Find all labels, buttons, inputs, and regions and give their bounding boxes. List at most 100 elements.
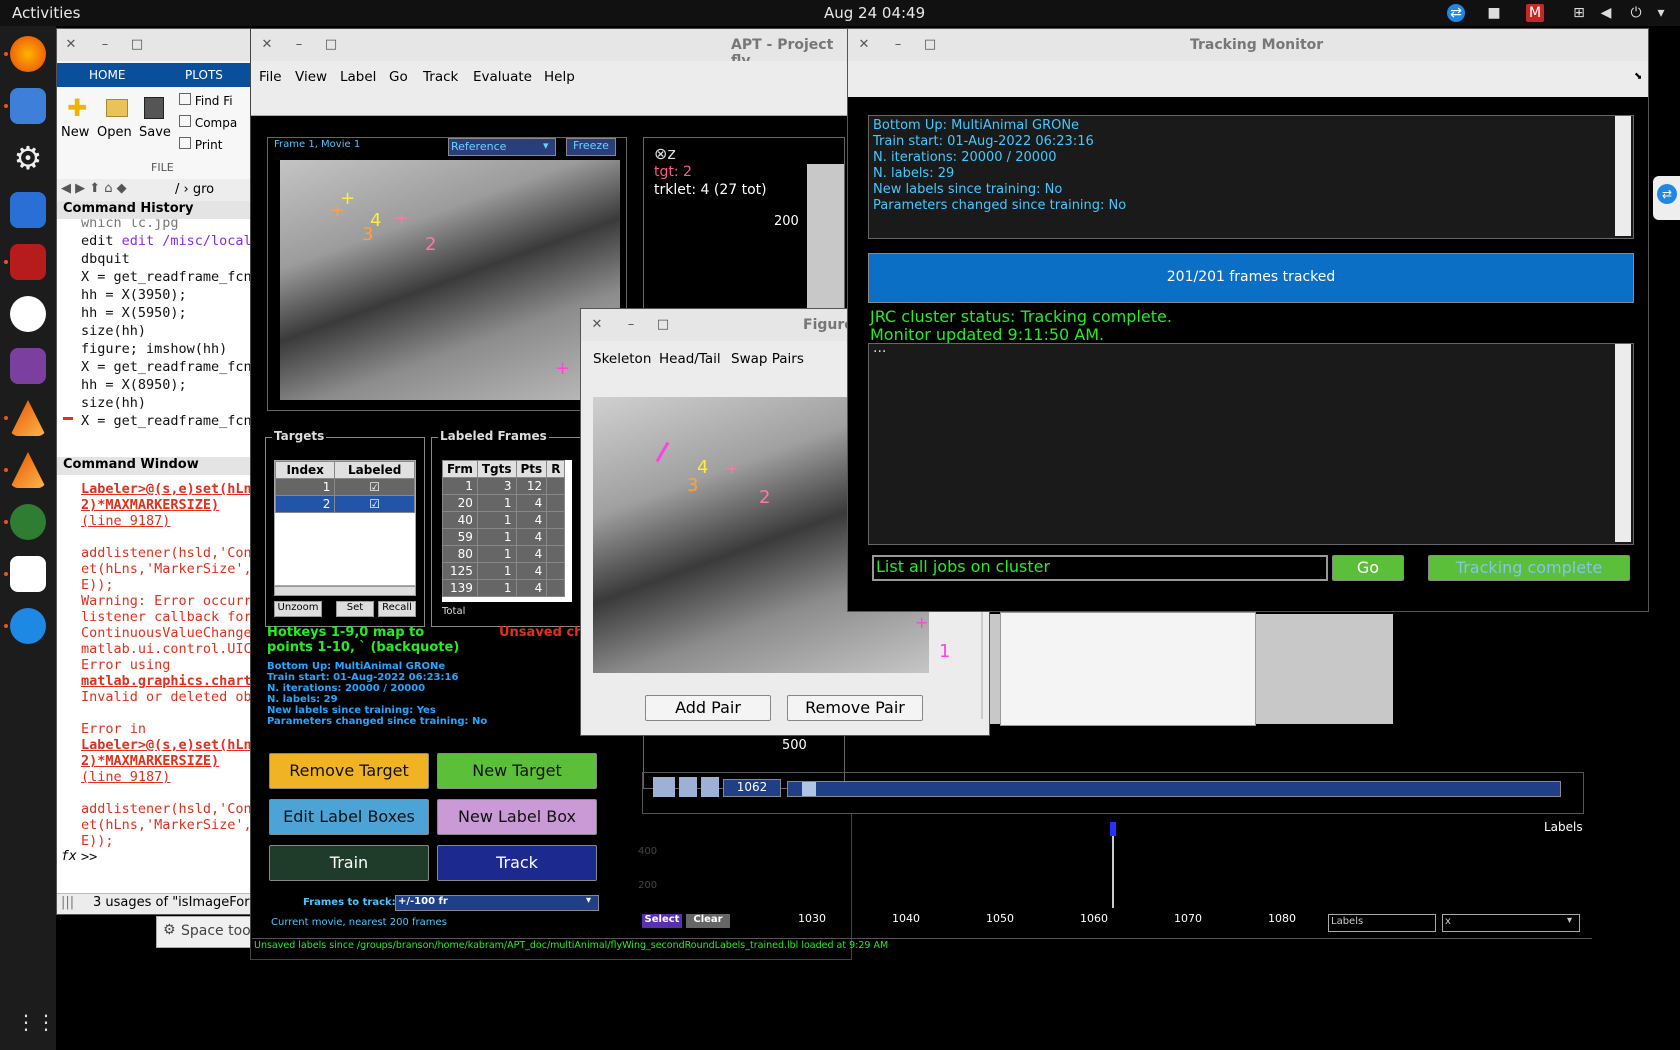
new-target-button[interactable]: New Target <box>437 753 597 789</box>
column-header[interactable]: Index <box>274 461 336 479</box>
table-row[interactable]: 20 1 4 <box>442 494 566 512</box>
camera-icon[interactable]: ■ <box>1485 4 1503 22</box>
arrow-icon[interactable]: ⬊ <box>1634 71 1642 82</box>
tracking-complete-button[interactable]: Tracking complete <box>1428 555 1630 581</box>
clock[interactable]: Aug 24 04:49 <box>824 4 925 22</box>
column-header[interactable]: Labeled <box>334 461 415 479</box>
new-icon[interactable]: ✚ <box>67 96 89 120</box>
maximize-icon[interactable]: □ <box>323 37 339 53</box>
teamviewer-side-panel[interactable]: ⇄ <box>1653 176 1680 220</box>
labeled-frames-table[interactable]: Frm Tgts Pts R 1 3 12 20 1 4 40 1 4 59 1 4 80 1 4 125… <box>442 460 572 602</box>
history-item[interactable]: which lc.jpg <box>81 219 179 231</box>
step-back-button[interactable] <box>701 777 719 797</box>
keypoint-marker[interactable]: + <box>330 200 345 221</box>
back-forward-icons[interactable]: ◀ ▶ ⬆ ⌂ ◆ <box>61 181 127 196</box>
teamviewer-tray-icon[interactable]: ⇄ <box>1447 4 1465 22</box>
history-item[interactable]: X = get_readframe_fcn <box>81 269 252 285</box>
timeline[interactable]: 400 200 1030 1040 1050 1060 1070 1080 <box>638 820 1582 925</box>
open-folder-icon[interactable] <box>106 99 128 117</box>
settings-gear-icon[interactable]: ⚙ <box>10 140 46 176</box>
labeled-checkbox[interactable]: ☑ <box>334 478 415 496</box>
command-prompt[interactable]: >> <box>81 849 97 865</box>
menu-track[interactable]: Track <box>423 69 458 85</box>
new-label-box-button[interactable]: New Label Box <box>437 799 597 835</box>
column-header[interactable]: Frm <box>442 460 478 478</box>
cluster-action-dropdown[interactable]: List all jobs on cluster <box>872 555 1328 581</box>
table-row[interactable]: 1 3 12 <box>442 477 566 495</box>
tab-head-tail[interactable]: Head/Tail <box>659 351 721 367</box>
unzoom-button[interactable]: Unzoom <box>274 601 322 617</box>
clear-button[interactable]: Clear <box>686 914 730 928</box>
table-row[interactable]: 125 1 4 <box>442 562 566 580</box>
history-item[interactable]: size(hh) <box>81 395 146 411</box>
table-row[interactable]: 80 1 4 <box>442 545 566 563</box>
firefox-icon[interactable] <box>10 36 46 72</box>
matlab-doc-icon[interactable] <box>10 556 46 592</box>
save-button[interactable]: Save <box>139 125 171 140</box>
close-icon[interactable]: ✕ <box>63 37 79 53</box>
close-icon[interactable]: ✕ <box>856 37 872 53</box>
history-item[interactable]: hh = X(5950); <box>81 305 187 321</box>
tab-plots[interactable]: PLOTS <box>185 68 223 82</box>
close-icon[interactable]: ✕ <box>589 317 605 333</box>
minimize-icon[interactable]: – <box>623 317 639 333</box>
files-icon[interactable] <box>10 192 46 228</box>
menu-file[interactable]: File <box>259 69 282 85</box>
command-history-panel[interactable]: which lc.jpg edit edit /misc/local/matl … <box>57 219 253 475</box>
track-button[interactable]: Track <box>437 845 597 881</box>
table-row[interactable]: 40 1 4 <box>442 511 566 529</box>
terminal-icon[interactable] <box>10 244 46 280</box>
error-link[interactable]: 2)*MAXMARKERSIZE) <box>81 497 219 513</box>
find-files-button[interactable]: Find Fi <box>179 93 233 108</box>
menu-label[interactable]: Label <box>340 69 376 85</box>
menu-view[interactable]: View <box>295 69 327 85</box>
column-header[interactable]: R <box>546 460 566 478</box>
current-folder-path[interactable]: / › gro <box>175 182 214 197</box>
keypoint-marker[interactable]: + <box>915 613 928 632</box>
video-player-icon[interactable] <box>10 348 46 384</box>
targets-table[interactable]: Index Labeled 1 ☑ 2 ☑ <box>274 460 416 586</box>
train-button[interactable]: Train <box>269 845 429 881</box>
frame-slider[interactable] <box>787 781 1561 797</box>
set-button[interactable]: Set <box>336 601 374 617</box>
atom-icon[interactable] <box>10 504 46 540</box>
minimize-icon[interactable]: – <box>97 37 113 53</box>
table-row[interactable]: 139 1 4 <box>442 579 566 597</box>
slack-icon[interactable] <box>10 296 46 332</box>
freeze-button[interactable]: Freeze <box>566 138 616 156</box>
history-item[interactable]: dbquit <box>81 251 130 267</box>
menu-help[interactable]: Help <box>544 69 575 85</box>
history-item[interactable]: hh = X(3950); <box>81 287 187 303</box>
history-item[interactable]: size(hh) <box>81 323 146 339</box>
x-dropdown[interactable]: x ▾ <box>1442 914 1580 932</box>
step-forward-button[interactable] <box>679 777 697 797</box>
tab-skeleton[interactable]: Skeleton <box>593 351 651 367</box>
menu-go[interactable]: Go <box>389 69 408 85</box>
reference-dropdown[interactable]: Reference ▾ <box>448 138 556 156</box>
column-header[interactable]: Pts <box>515 460 548 478</box>
history-item[interactable]: figure; imshow(hh) <box>81 341 227 357</box>
play-button[interactable] <box>653 777 675 797</box>
app-grid-icon[interactable]: ⋮⋮ <box>16 1010 56 1034</box>
target-row[interactable]: 1 ☑ <box>274 478 415 496</box>
power-icon[interactable]: ⏻ <box>1627 4 1645 22</box>
labels-dropdown[interactable]: Labels <box>1328 914 1436 932</box>
info-scrollbar[interactable] <box>1615 116 1631 236</box>
targets-scrollbar[interactable] <box>274 586 416 596</box>
minimize-icon[interactable]: – <box>890 37 906 53</box>
remove-pair-button[interactable]: Remove Pair <box>787 695 923 721</box>
edit-label-boxes-button[interactable]: Edit Label Boxes <box>269 799 429 835</box>
column-header[interactable]: Tgts <box>476 460 517 478</box>
maximize-icon[interactable]: □ <box>655 317 671 333</box>
teamviewer-icon[interactable] <box>10 608 46 644</box>
maximize-icon[interactable]: □ <box>129 37 145 53</box>
history-item[interactable]: X = get_readframe_fcn <box>81 359 252 375</box>
keypoint-marker[interactable]: + <box>394 208 409 229</box>
matlab-tray-icon[interactable]: M <box>1526 4 1544 22</box>
tab-swap-pairs[interactable]: Swap Pairs <box>731 351 804 367</box>
error-line-link[interactable]: (line 9187) <box>81 769 170 785</box>
space-tool-button[interactable]: ⚙ Space too <box>156 916 254 948</box>
compare-button[interactable]: Compa <box>179 115 237 130</box>
history-item[interactable]: edit edit /misc/local/matl <box>81 233 253 249</box>
tab-home[interactable]: HOME <box>89 68 125 82</box>
